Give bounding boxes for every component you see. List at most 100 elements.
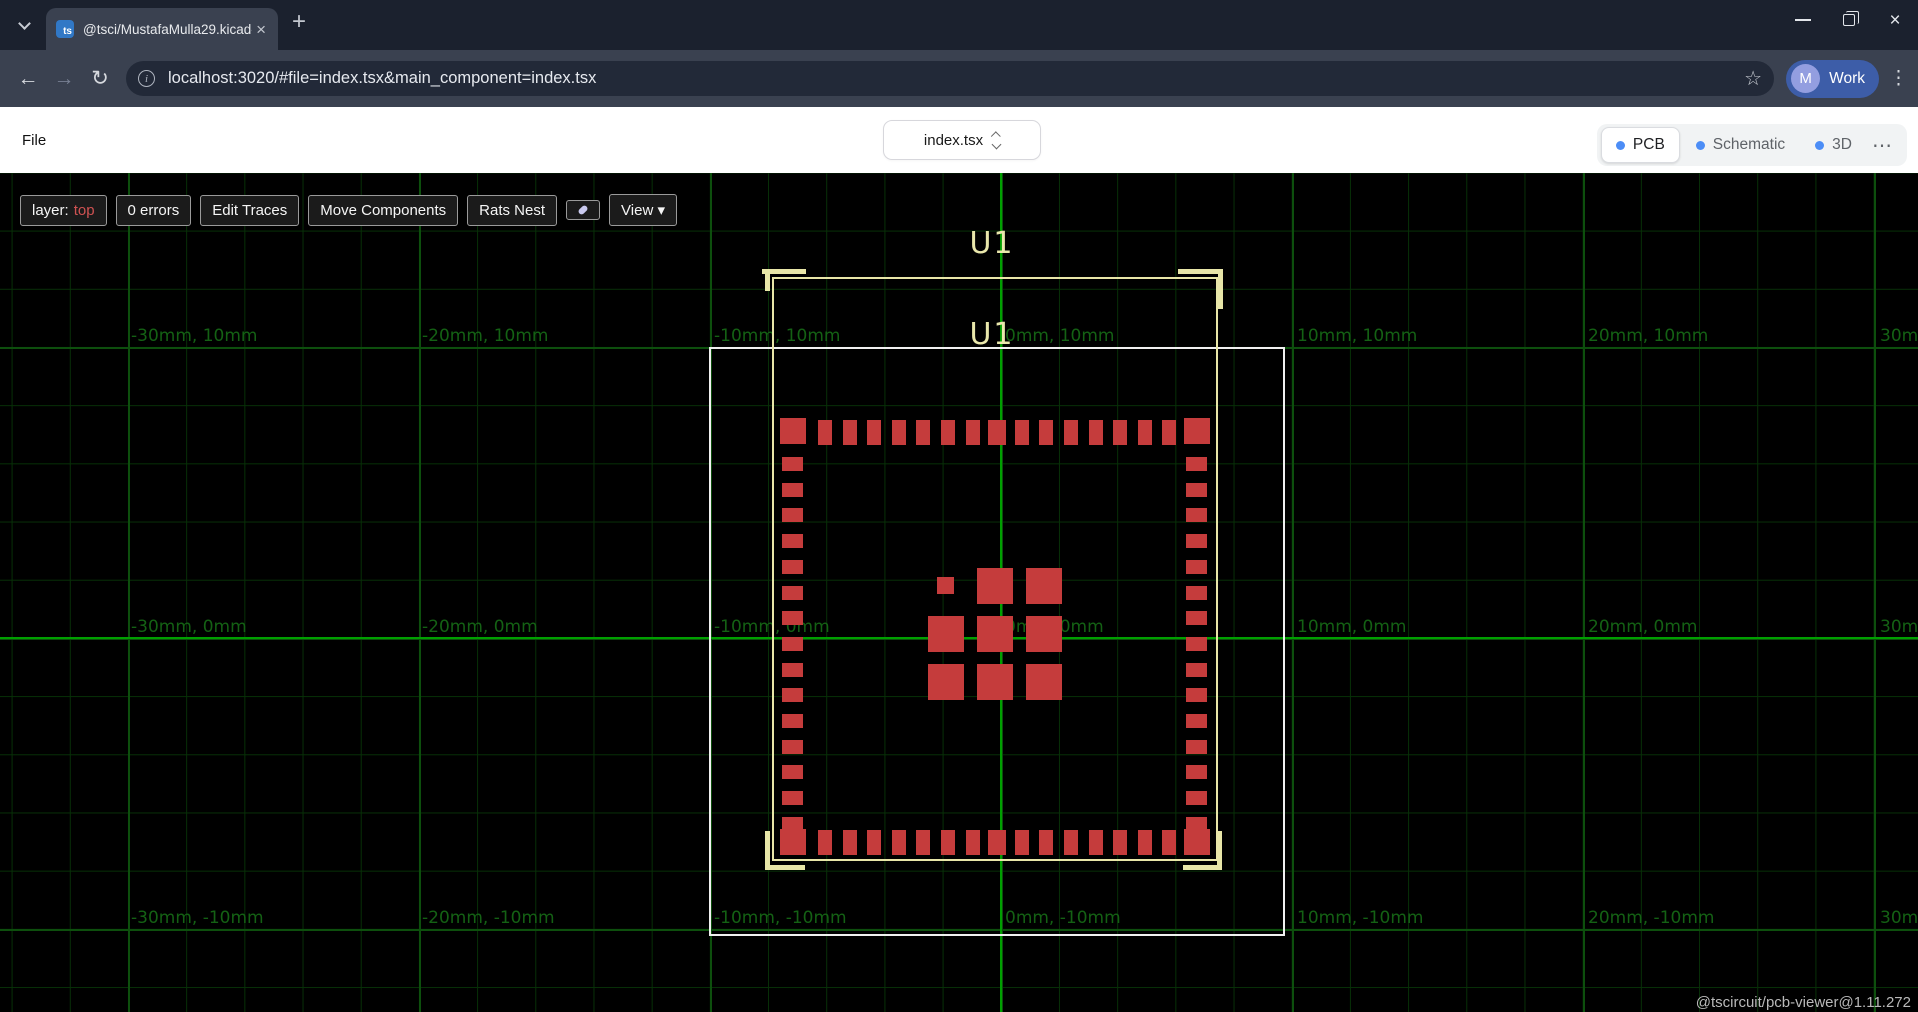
rats-nest-button[interactable]: Rats Nest xyxy=(467,195,557,226)
view-tab-3d[interactable]: 3D xyxy=(1801,127,1866,163)
pcb-pad[interactable] xyxy=(782,637,803,651)
pcb-pad[interactable] xyxy=(818,420,832,445)
pcb-pad[interactable] xyxy=(782,765,803,779)
pcb-pad[interactable] xyxy=(782,457,803,471)
pcb-pad[interactable] xyxy=(1113,420,1127,445)
pcb-pad[interactable] xyxy=(1162,420,1176,445)
pcb-pad[interactable] xyxy=(916,420,930,445)
reload-button[interactable]: ↻ xyxy=(82,61,118,97)
pcb-pad[interactable] xyxy=(1186,714,1207,728)
browser-menu-icon[interactable]: ⋮ xyxy=(1889,67,1908,90)
pcb-pad[interactable] xyxy=(782,740,803,754)
move-components-button[interactable]: Move Components xyxy=(308,195,458,226)
window-maximize-button[interactable] xyxy=(1826,0,1872,40)
browser-tab[interactable]: ts @tsci/MustafaMulla29.kicad-lib × xyxy=(46,8,278,50)
pcb-canvas[interactable]: -30mm, 10mm-20mm, 10mm-10mm, 10mm0mm, 10… xyxy=(0,173,1918,1012)
pcb-pad[interactable] xyxy=(1186,508,1207,522)
pcb-pad[interactable] xyxy=(1138,420,1152,445)
pcb-pad[interactable] xyxy=(782,560,803,574)
pcb-pad[interactable] xyxy=(966,830,980,855)
pcb-pad[interactable] xyxy=(928,616,964,652)
layer-button[interactable]: layer: top xyxy=(20,195,107,226)
pcb-pad[interactable] xyxy=(892,830,906,855)
pcb-pad[interactable] xyxy=(867,420,881,445)
pcb-pad[interactable] xyxy=(1089,420,1103,445)
pcb-pad[interactable] xyxy=(1138,830,1152,855)
new-tab-button[interactable]: + xyxy=(292,8,306,36)
pcb-pad[interactable] xyxy=(1186,791,1207,805)
pcb-pad[interactable] xyxy=(1184,829,1210,855)
pcb-pad[interactable] xyxy=(1186,483,1207,497)
pcb-pad[interactable] xyxy=(1113,830,1127,855)
pcb-pad[interactable] xyxy=(966,420,980,445)
forward-button[interactable]: → xyxy=(46,61,82,97)
pcb-pad[interactable] xyxy=(1026,616,1062,652)
pcb-pad[interactable] xyxy=(782,611,803,625)
pcb-pad[interactable] xyxy=(780,829,806,855)
view-more-icon[interactable]: ⋯ xyxy=(1868,133,1897,158)
pcb-pad[interactable] xyxy=(818,830,832,855)
tab-search-button[interactable] xyxy=(10,11,38,39)
edit-traces-button[interactable]: Edit Traces xyxy=(200,195,299,226)
window-minimize-button[interactable] xyxy=(1780,0,1826,40)
back-button[interactable]: ← xyxy=(10,61,46,97)
pcb-pad[interactable] xyxy=(1162,830,1176,855)
pcb-pad[interactable] xyxy=(1039,420,1053,445)
pcb-pad[interactable] xyxy=(1186,457,1207,471)
pcb-pad[interactable] xyxy=(843,420,857,445)
site-info-icon[interactable]: i xyxy=(138,70,155,87)
file-selector-dropdown[interactable]: index.tsx xyxy=(883,120,1041,160)
pcb-pad[interactable] xyxy=(782,534,803,548)
pcb-pad[interactable] xyxy=(1026,568,1062,604)
pcb-pad[interactable] xyxy=(1186,765,1207,779)
pcb-pad[interactable] xyxy=(1026,664,1062,700)
pcb-pad[interactable] xyxy=(1064,830,1078,855)
pcb-pad[interactable] xyxy=(937,577,954,594)
pcb-pad[interactable] xyxy=(1186,688,1207,702)
pcb-pad[interactable] xyxy=(782,663,803,677)
pcb-pad[interactable] xyxy=(1186,560,1207,574)
pcb-pad[interactable] xyxy=(1089,830,1103,855)
pcb-pad[interactable] xyxy=(1015,420,1029,445)
pcb-pad[interactable] xyxy=(1015,830,1029,855)
pcb-pad[interactable] xyxy=(977,568,1013,604)
pcb-pad[interactable] xyxy=(782,791,803,805)
tab-close-icon[interactable]: × xyxy=(252,19,270,40)
pcb-pad[interactable] xyxy=(988,830,1006,855)
pcb-pad[interactable] xyxy=(1064,420,1078,445)
pcb-pad[interactable] xyxy=(782,714,803,728)
errors-button[interactable]: 0 errors xyxy=(116,195,192,226)
pcb-pad[interactable] xyxy=(782,688,803,702)
edit-mode-button[interactable] xyxy=(566,200,600,220)
pcb-pad[interactable] xyxy=(782,586,803,600)
pcb-pad[interactable] xyxy=(988,420,1006,445)
address-input[interactable]: i localhost:3020/#file=index.tsx&main_co… xyxy=(126,61,1774,96)
pcb-pad[interactable] xyxy=(1186,534,1207,548)
file-menu[interactable]: File xyxy=(22,132,46,149)
pcb-pad[interactable] xyxy=(941,830,955,855)
pcb-pad[interactable] xyxy=(782,508,803,522)
window-close-button[interactable]: × xyxy=(1872,0,1918,40)
pcb-pad[interactable] xyxy=(1186,637,1207,651)
pcb-pad[interactable] xyxy=(1184,418,1210,444)
bookmark-star-icon[interactable]: ☆ xyxy=(1744,66,1762,91)
view-tab-pcb[interactable]: PCB xyxy=(1601,127,1680,163)
pcb-pad[interactable] xyxy=(1186,740,1207,754)
pcb-pad[interactable] xyxy=(1039,830,1053,855)
pcb-pad[interactable] xyxy=(782,483,803,497)
pcb-pad[interactable] xyxy=(928,664,964,700)
pcb-pad[interactable] xyxy=(1186,611,1207,625)
pcb-pad[interactable] xyxy=(780,418,806,444)
pcb-pad[interactable] xyxy=(941,420,955,445)
pcb-pad[interactable] xyxy=(977,616,1013,652)
pcb-pad[interactable] xyxy=(892,420,906,445)
view-dropdown-button[interactable]: View ▾ xyxy=(609,194,677,226)
pcb-pad[interactable] xyxy=(977,664,1013,700)
pcb-pad[interactable] xyxy=(843,830,857,855)
profile-chip[interactable]: M Work xyxy=(1786,60,1879,98)
pcb-pad[interactable] xyxy=(1186,663,1207,677)
pcb-pad[interactable] xyxy=(916,830,930,855)
view-tab-schematic[interactable]: Schematic xyxy=(1682,127,1799,163)
pcb-pad[interactable] xyxy=(867,830,881,855)
pcb-pad[interactable] xyxy=(1186,586,1207,600)
